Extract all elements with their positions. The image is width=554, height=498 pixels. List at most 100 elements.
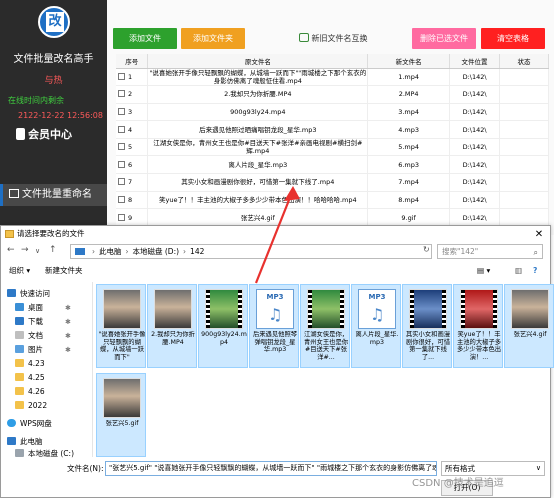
status-cell <box>499 85 549 104</box>
breadcrumb-item[interactable]: 142 <box>190 247 204 256</box>
file-table: 序号 原文件名 新文件名 文件位置 状态 1 "说喜她张开手像只轻飘飘的蝴蝶，从城… <box>116 54 549 227</box>
table-row[interactable]: 3 900g93ly24.mp4 3.mp4 D:\142\ <box>116 103 549 122</box>
layout-pane-icon[interactable]: ▥ <box>515 263 522 278</box>
filename-input[interactable]: "张艺兴5.gif" "说喜她张开手像只轻飘飘的蝴蝶，从城墙一跃而下" "雨城楼… <box>105 461 437 476</box>
nav-folder[interactable]: 4.26 <box>15 386 45 398</box>
file-item[interactable]: 江湖女侠是你，青州女王也是你#目送天下#张洋#... <box>300 284 350 368</box>
col-header[interactable]: 状态 <box>499 54 549 69</box>
dialog-toolbar: 组织 ▾ 新建文件夹 ▤ ▾ ▥ ? <box>1 263 550 278</box>
clear-table-button[interactable]: 清空表格 <box>481 28 545 49</box>
table-row[interactable]: 2 2.我却只为你折腰.MP4 2.MP4 D:\142\ <box>116 85 549 104</box>
table-row[interactable]: 7 其实小女和画漫剧你很好，可惜第一集就下线了.mp4 7.mp4 D:\142\ <box>116 173 549 192</box>
nav-wps-cloud[interactable]: WPS网盘 <box>7 418 52 430</box>
row-checkbox[interactable] <box>118 160 125 168</box>
location-cell: D:\142\ <box>449 155 501 175</box>
file-item[interactable]: "说喜她张开手像只轻飘飘的蝴蝶，从城墙一跃而下" <box>96 284 146 368</box>
breadcrumb-item[interactable]: 此电脑 <box>99 247 122 256</box>
swap-names-button[interactable]: 新旧文件名互换 <box>295 28 371 49</box>
table-row[interactable]: 4 后来遇见他照过晒痛唱钥龙段_星华.mp3 4.mp3 D:\142\ <box>116 120 549 139</box>
pin-icon: ✱ <box>65 346 71 354</box>
add-folder-button[interactable]: 添加文件夹 <box>181 28 245 49</box>
row-checkbox[interactable] <box>118 213 125 221</box>
table-row[interactable]: 6 离人片段_星华.mp3 6.mp3 D:\142\ <box>116 155 549 175</box>
row-number-cell: 2 <box>116 85 149 104</box>
drive-icon <box>15 449 24 457</box>
file-item[interactable]: MP3 ♫ 离人片段_星华.mp3 <box>351 284 401 368</box>
status-cell <box>499 120 549 139</box>
video-thumbnail <box>409 289 447 329</box>
row-checkbox[interactable] <box>118 143 125 151</box>
row-checkbox[interactable] <box>118 125 125 133</box>
location-cell: D:\142\ <box>449 85 501 104</box>
member-center-link[interactable]: 会员中心 <box>28 126 72 142</box>
nav-this-pc[interactable]: 此电脑 <box>7 436 43 448</box>
folder-icon <box>9 189 19 198</box>
status-cell <box>499 68 549 87</box>
help-icon[interactable]: ? <box>533 263 537 278</box>
row-checkbox[interactable] <box>118 178 125 186</box>
nav-desktop[interactable]: 桌面 <box>15 302 43 314</box>
author-name: 与热 <box>44 76 63 86</box>
nav-folder[interactable]: 4.23 <box>15 358 45 370</box>
search-icon: ⌕ <box>533 248 538 257</box>
nav-quick-access[interactable]: 快速访问 <box>7 288 50 300</box>
new-folder-button[interactable]: 新建文件夹 <box>45 263 83 278</box>
file-item[interactable]: 张艺兴5.gif <box>96 373 146 457</box>
member-icon[interactable] <box>16 128 25 140</box>
chevron-down-icon[interactable]: ∨ <box>35 247 40 255</box>
file-item[interactable]: 笑yue了！！丰主池的大椒子多多少少带本色出演！... <box>453 284 503 368</box>
nav-batch-rename[interactable]: 文件批量重命名 <box>0 184 107 206</box>
row-checkbox[interactable] <box>118 72 125 80</box>
refresh-icon[interactable]: ↻ <box>423 245 430 254</box>
forward-arrow-icon[interactable]: → <box>21 245 29 255</box>
download-icon <box>15 317 24 325</box>
col-header[interactable]: 文件位置 <box>449 54 501 69</box>
nav-folder[interactable]: 4.25 <box>15 372 45 384</box>
delete-selected-button[interactable]: 删除已选文件 <box>412 28 476 49</box>
row-checkbox[interactable] <box>118 90 125 98</box>
search-input[interactable]: 搜索"142" ⌕ <box>437 244 543 259</box>
datetime-text: 2122-12-22 12:56:08 <box>18 111 103 120</box>
back-arrow-icon[interactable]: ← <box>7 245 15 255</box>
status-cell <box>499 208 549 227</box>
breadcrumb-item[interactable]: 本地磁盘 (D:) <box>133 247 180 256</box>
new-name-cell: 1.mp4 <box>367 68 451 87</box>
image-thumbnail <box>511 289 549 329</box>
dialog-titlebar: 请选择要改名的文件 ✕ <box>1 226 550 242</box>
nav-documents[interactable]: 文档 <box>15 330 43 342</box>
up-arrow-icon[interactable]: ↑ <box>49 245 57 255</box>
file-item[interactable]: 张艺兴4.gif <box>504 284 554 368</box>
file-item[interactable]: 900g93ly24.mp4 <box>198 284 248 368</box>
address-bar[interactable]: › 此电脑 › 本地磁盘 (D:) › 142 <box>70 244 432 259</box>
nav-drive-c[interactable]: 本地磁盘 (C:) <box>15 448 74 460</box>
cloud-icon <box>7 419 16 427</box>
pin-icon: ✱ <box>65 304 71 312</box>
nav-pictures[interactable]: 图片 <box>15 344 43 356</box>
status-text: 在线时间内剩余 <box>8 96 64 105</box>
nav-folder[interactable]: 2022 <box>15 400 47 412</box>
file-item[interactable]: MP3 ♫ 后来遇见他照琴弹唱钥龙段_星华.mp3 <box>249 284 299 368</box>
col-header[interactable]: 新文件名 <box>367 54 451 69</box>
close-button[interactable]: ✕ <box>532 227 546 243</box>
col-header[interactable]: 序号 <box>116 54 149 69</box>
audio-file-icon: MP3 ♫ <box>256 289 294 329</box>
file-item[interactable]: 2.我却只为你折腰.MP4 <box>147 284 197 368</box>
row-number-cell: 4 <box>116 120 149 139</box>
file-name: 张艺兴4.gif <box>513 331 547 338</box>
col-header[interactable]: 原文件名 <box>147 54 369 69</box>
row-checkbox[interactable] <box>118 107 125 115</box>
nav-downloads[interactable]: 下载 <box>15 316 43 328</box>
table-row[interactable]: 5 江湖女侠是你，青州女王也是你#目送天下#张洋#亲画电视剧#横扫剑#辉.mp4 5… <box>116 138 549 157</box>
file-item[interactable]: 其实小女和画漫剧你很好，可惜第一集就下线了... <box>402 284 452 368</box>
table-row[interactable]: 9 张艺兴4.gif 9.gif D:\142\ <box>116 208 549 227</box>
add-file-button[interactable]: 添加文件 <box>113 28 177 49</box>
row-checkbox[interactable] <box>118 195 125 203</box>
picture-icon <box>15 345 24 353</box>
organize-menu[interactable]: 组织 ▾ <box>9 263 30 278</box>
table-row[interactable]: 1 "说喜她张开手像只轻飘飘的蝴蝶，从城墙一跃而下""雨城楼之下那个玄衣的身影仿佛… <box>116 68 549 87</box>
view-options-icon[interactable]: ▤ ▾ <box>477 263 490 278</box>
star-icon <box>7 289 16 297</box>
table-row[interactable]: 8 笑yue了！！丰主池的大椒子多多少少带本色出演！！哈哈哈哈.mp4 8.mp4 D… <box>116 191 549 210</box>
nav-divider <box>92 282 93 457</box>
main-panel: 添加文件 添加文件夹 新旧文件名互换 删除已选文件 清空表格 序号 原文件名 新… <box>107 0 554 235</box>
